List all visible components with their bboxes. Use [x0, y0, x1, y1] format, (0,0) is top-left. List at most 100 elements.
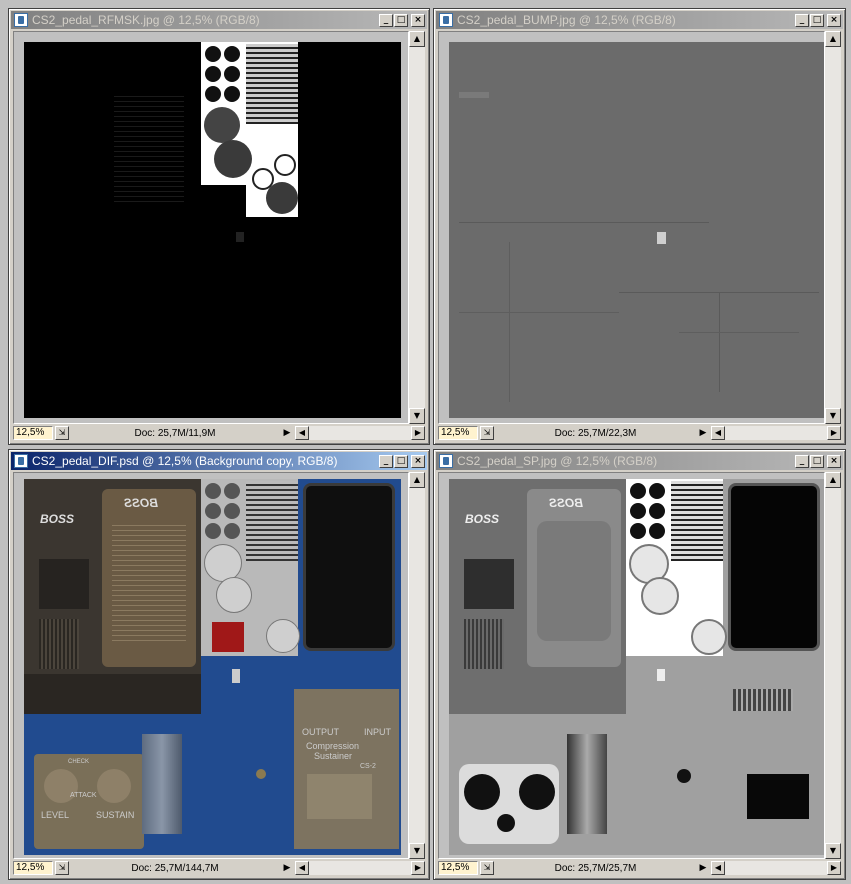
vertical-scrollbar[interactable]: ▲ ▼ [825, 472, 841, 859]
mask-ring [252, 168, 274, 190]
doc-size: Doc: 25,7M/22,3M [554, 427, 637, 439]
status-menu-arrow-icon[interactable]: ▶ [697, 861, 709, 875]
photoshop-doc-icon[interactable] [439, 454, 453, 468]
scroll-right-icon[interactable]: ▶ [411, 426, 425, 440]
sp-disc [641, 577, 679, 615]
minimize-icon[interactable]: _ [379, 454, 393, 468]
navigator-icon[interactable]: ⇲ [480, 426, 494, 440]
zoom-field[interactable]: 12,5% [13, 426, 53, 440]
maximize-icon[interactable]: □ [810, 13, 824, 27]
scroll-down-icon[interactable]: ▼ [825, 408, 841, 424]
sp-disc [691, 619, 727, 655]
document-window-rfmsk[interactable]: CS2_pedal_RFMSK.jpg @ 12,5% (RGB/8) _ □ … [8, 8, 430, 445]
minimize-icon[interactable]: _ [795, 454, 809, 468]
navigator-icon[interactable]: ⇲ [55, 861, 69, 875]
vertical-scrollbar[interactable]: ▲ ▼ [825, 31, 841, 424]
dif-label-inner [112, 521, 186, 641]
horizontal-scrollbar[interactable]: ◀ ▶ [295, 861, 425, 875]
dif-screw [224, 523, 240, 539]
scroll-right-icon[interactable]: ▶ [827, 426, 841, 440]
close-icon[interactable]: × [411, 454, 425, 468]
sp-jack [677, 769, 691, 783]
doc-size: Doc: 25,7M/11,9M [134, 427, 216, 439]
close-icon[interactable]: × [411, 13, 425, 27]
mask-disc [214, 140, 252, 178]
scroll-left-icon[interactable]: ◀ [295, 426, 309, 440]
bump-line [679, 332, 799, 333]
scroll-up-icon[interactable]: ▲ [409, 472, 425, 488]
zoom-field[interactable]: 12,5% [438, 861, 478, 875]
dif-battery-cover [303, 483, 395, 651]
vertical-scrollbar[interactable]: ▲ ▼ [409, 472, 425, 859]
scroll-up-icon[interactable]: ▲ [825, 31, 841, 47]
sp-screw [630, 483, 646, 499]
minimize-icon[interactable]: _ [795, 13, 809, 27]
bump-line [719, 292, 720, 392]
dif-jack [256, 769, 266, 779]
photoshop-doc-icon[interactable] [14, 13, 28, 27]
scroll-left-icon[interactable]: ◀ [711, 861, 725, 875]
status-menu-arrow-icon[interactable]: ▶ [281, 861, 293, 875]
dif-knob-sustain [97, 769, 131, 803]
close-icon[interactable]: × [827, 13, 841, 27]
maximize-icon[interactable]: □ [394, 454, 408, 468]
zoom-field[interactable]: 12,5% [13, 861, 53, 875]
minimize-icon[interactable]: _ [379, 13, 393, 27]
dif-beige-panel [294, 689, 399, 849]
dif-dark-strip [24, 674, 201, 714]
scroll-down-icon[interactable]: ▼ [409, 843, 425, 859]
scroll-up-icon[interactable]: ▲ [409, 31, 425, 47]
doc-size: Doc: 25,7M/144,7M [131, 862, 219, 874]
mask-screw [205, 66, 221, 82]
dif-input-label: INPUT [364, 727, 391, 737]
document-window-dif[interactable]: CS2_pedal_DIF.psd @ 12,5% (Background co… [8, 449, 430, 880]
dif-circuit [39, 559, 89, 609]
dif-screw [205, 483, 221, 499]
window-titlebar[interactable]: CS2_pedal_DIF.psd @ 12,5% (Background co… [11, 452, 427, 470]
vertical-scrollbar[interactable]: ▲ ▼ [409, 31, 425, 424]
horizontal-scrollbar[interactable]: ◀ ▶ [711, 426, 841, 440]
sp-fold-strip [567, 734, 607, 834]
sp-knob [464, 774, 500, 810]
status-menu-arrow-icon[interactable]: ▶ [697, 426, 709, 440]
sp-bracket [733, 689, 793, 711]
dif-boss-logo: BOSS [40, 512, 75, 526]
dif-stripes [246, 481, 298, 561]
window-titlebar[interactable]: CS2_pedal_RFMSK.jpg @ 12,5% (RGB/8) _ □ … [11, 11, 427, 29]
image-canvas[interactable] [13, 31, 409, 424]
window-titlebar[interactable]: CS2_pedal_BUMP.jpg @ 12,5% (RGB/8) _ □ × [436, 11, 843, 29]
mask-screw [205, 86, 221, 102]
horizontal-scrollbar[interactable]: ◀ ▶ [295, 426, 425, 440]
maximize-icon[interactable]: □ [810, 454, 824, 468]
image-canvas[interactable] [438, 31, 825, 424]
dif-fold-strip [142, 734, 182, 834]
status-bar: 12,5% ⇲ Doc: 25,7M/144,7M ▶ ◀ ▶ [13, 860, 425, 876]
scroll-left-icon[interactable]: ◀ [711, 426, 725, 440]
photoshop-doc-icon[interactable] [439, 13, 453, 27]
scroll-right-icon[interactable]: ▶ [827, 861, 841, 875]
scroll-down-icon[interactable]: ▼ [825, 843, 841, 859]
zoom-field[interactable]: 12,5% [438, 426, 478, 440]
close-icon[interactable]: × [827, 454, 841, 468]
doc-size: Doc: 25,7M/25,7M [554, 862, 637, 874]
navigator-icon[interactable]: ⇲ [480, 861, 494, 875]
bump-line [459, 222, 709, 223]
texture-specular: BOSS BOSS [449, 479, 824, 855]
photoshop-doc-icon[interactable] [14, 454, 28, 468]
scroll-right-icon[interactable]: ▶ [411, 861, 425, 875]
document-window-bump[interactable]: CS2_pedal_BUMP.jpg @ 12,5% (RGB/8) _ □ ×… [433, 8, 846, 445]
status-menu-arrow-icon[interactable]: ▶ [281, 426, 293, 440]
image-canvas[interactable]: BOSS BOSS [438, 472, 825, 859]
document-window-sp[interactable]: CS2_pedal_SP.jpg @ 12,5% (RGB/8) _ □ × B… [433, 449, 846, 880]
scroll-left-icon[interactable]: ◀ [295, 861, 309, 875]
image-canvas[interactable]: BOSS BOSS CHECK ATTACK LEVEL SUSTAIN OUT… [13, 472, 409, 859]
scroll-up-icon[interactable]: ▲ [825, 472, 841, 488]
window-titlebar[interactable]: CS2_pedal_SP.jpg @ 12,5% (RGB/8) _ □ × [436, 452, 843, 470]
maximize-icon[interactable]: □ [394, 13, 408, 27]
horizontal-scrollbar[interactable]: ◀ ▶ [711, 861, 841, 875]
navigator-icon[interactable]: ⇲ [55, 426, 69, 440]
mask-text-block [114, 92, 184, 202]
window-title: CS2_pedal_SP.jpg @ 12,5% (RGB/8) [457, 454, 658, 468]
dif-screw [205, 503, 221, 519]
scroll-down-icon[interactable]: ▼ [409, 408, 425, 424]
